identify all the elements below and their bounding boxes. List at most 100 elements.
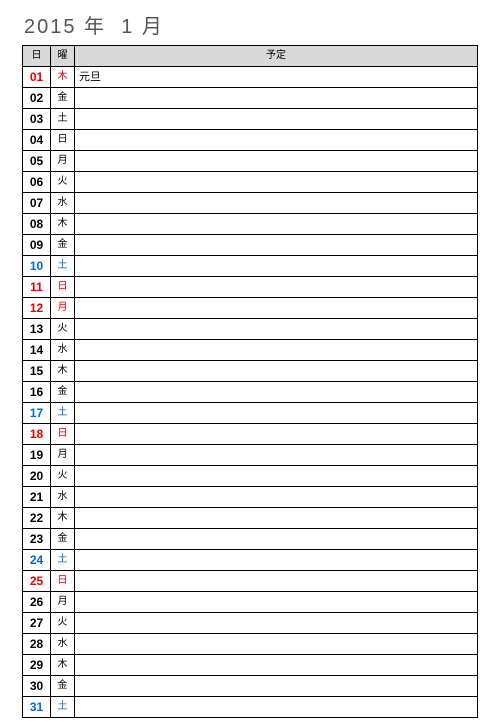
plan-cell [75, 361, 478, 382]
dow-cell: 金 [51, 235, 75, 256]
dow-cell: 金 [51, 88, 75, 109]
day-cell: 21 [23, 487, 51, 508]
day-cell: 04 [23, 130, 51, 151]
day-cell: 05 [23, 151, 51, 172]
table-row: 27火 [23, 613, 478, 634]
day-cell: 15 [23, 361, 51, 382]
dow-cell: 土 [51, 403, 75, 424]
plan-cell [75, 403, 478, 424]
plan-cell [75, 571, 478, 592]
month-unit: 月 [142, 16, 164, 38]
day-cell: 27 [23, 613, 51, 634]
plan-cell [75, 676, 478, 697]
day-cell: 16 [23, 382, 51, 403]
table-row: 18日 [23, 424, 478, 445]
dow-cell: 火 [51, 172, 75, 193]
header-plan: 予定 [75, 46, 478, 67]
month-value: 1 [121, 16, 134, 38]
table-row: 14水 [23, 340, 478, 361]
plan-cell [75, 529, 478, 550]
table-row: 02金 [23, 88, 478, 109]
table-row: 17土 [23, 403, 478, 424]
header-dow: 曜 [51, 46, 75, 67]
dow-cell: 土 [51, 109, 75, 130]
day-cell: 08 [23, 214, 51, 235]
plan-cell [75, 214, 478, 235]
plan-cell [75, 319, 478, 340]
day-cell: 01 [23, 67, 51, 88]
day-cell: 02 [23, 88, 51, 109]
dow-cell: 木 [51, 214, 75, 235]
day-cell: 13 [23, 319, 51, 340]
dow-cell: 木 [51, 508, 75, 529]
table-row: 29木 [23, 655, 478, 676]
dow-cell: 日 [51, 571, 75, 592]
table-row: 15木 [23, 361, 478, 382]
table-row: 30金 [23, 676, 478, 697]
dow-cell: 木 [51, 67, 75, 88]
day-cell: 28 [23, 634, 51, 655]
plan-cell [75, 382, 478, 403]
plan-cell [75, 697, 478, 718]
table-row: 22木 [23, 508, 478, 529]
plan-cell [75, 109, 478, 130]
dow-cell: 月 [51, 592, 75, 613]
table-row: 03土 [23, 109, 478, 130]
dow-cell: 水 [51, 193, 75, 214]
table-row: 08木 [23, 214, 478, 235]
day-cell: 19 [23, 445, 51, 466]
plan-cell [75, 487, 478, 508]
plan-cell [75, 277, 478, 298]
dow-cell: 土 [51, 697, 75, 718]
day-cell: 24 [23, 550, 51, 571]
plan-cell [75, 130, 478, 151]
day-cell: 25 [23, 571, 51, 592]
dow-cell: 火 [51, 466, 75, 487]
day-cell: 11 [23, 277, 51, 298]
plan-cell [75, 193, 478, 214]
table-row: 28水 [23, 634, 478, 655]
table-row: 07水 [23, 193, 478, 214]
plan-cell [75, 151, 478, 172]
plan-cell [75, 508, 478, 529]
day-cell: 09 [23, 235, 51, 256]
dow-cell: 水 [51, 487, 75, 508]
dow-cell: 水 [51, 340, 75, 361]
table-row: 01木元旦 [23, 67, 478, 88]
dow-cell: 月 [51, 445, 75, 466]
year-value: 2015 [24, 16, 77, 38]
plan-cell [75, 235, 478, 256]
year-unit: 年 [84, 16, 106, 38]
page-title: 2015 年 1 月 [22, 10, 478, 39]
table-body: 01木元旦02金03土04日05月06火07水08木09金10土11日12月13… [23, 67, 478, 718]
dow-cell: 金 [51, 382, 75, 403]
day-cell: 18 [23, 424, 51, 445]
plan-cell [75, 466, 478, 487]
dow-cell: 金 [51, 529, 75, 550]
day-cell: 23 [23, 529, 51, 550]
table-row: 12月 [23, 298, 478, 319]
dow-cell: 土 [51, 256, 75, 277]
day-cell: 30 [23, 676, 51, 697]
plan-cell: 元旦 [75, 67, 478, 88]
table-row: 04日 [23, 130, 478, 151]
table-row: 21水 [23, 487, 478, 508]
table-row: 20火 [23, 466, 478, 487]
dow-cell: 月 [51, 298, 75, 319]
day-cell: 10 [23, 256, 51, 277]
plan-cell [75, 256, 478, 277]
day-cell: 22 [23, 508, 51, 529]
plan-cell [75, 172, 478, 193]
table-row: 25日 [23, 571, 478, 592]
table-row: 05月 [23, 151, 478, 172]
plan-cell [75, 424, 478, 445]
plan-cell [75, 445, 478, 466]
day-cell: 31 [23, 697, 51, 718]
plan-cell [75, 550, 478, 571]
table-row: 13火 [23, 319, 478, 340]
dow-cell: 日 [51, 424, 75, 445]
dow-cell: 日 [51, 277, 75, 298]
day-cell: 29 [23, 655, 51, 676]
table-row: 23金 [23, 529, 478, 550]
plan-cell [75, 298, 478, 319]
